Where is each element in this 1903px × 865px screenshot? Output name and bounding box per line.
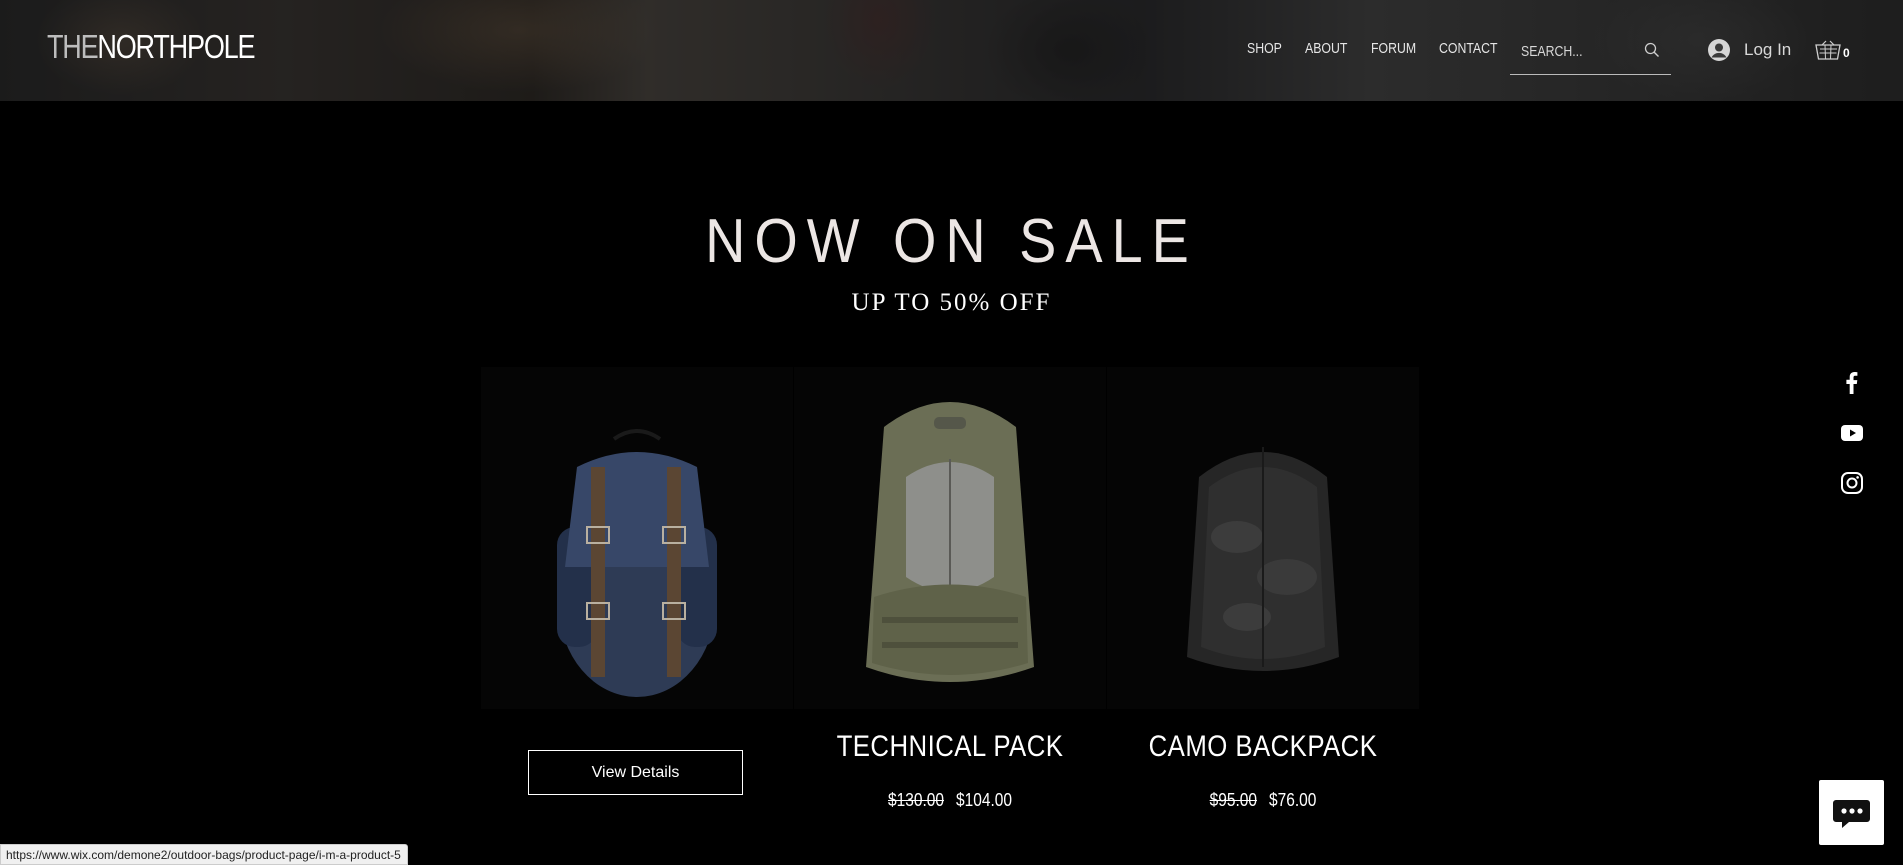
product-image-technical-pack[interactable] — [794, 367, 1106, 709]
sale-price: $76.00 — [1269, 790, 1317, 810]
instagram-icon[interactable] — [1840, 471, 1864, 500]
cart-icon[interactable] — [1815, 40, 1841, 67]
facebook-icon[interactable] — [1840, 371, 1864, 400]
browser-status-url: https://www.wix.com/demone2/outdoor-bags… — [0, 844, 408, 865]
nav-about[interactable]: ABOUT — [1305, 40, 1347, 57]
cart-count: 0 — [1843, 46, 1850, 60]
logo-northpole: NORTHPOLE — [97, 28, 255, 65]
nav-forum[interactable]: FORUM — [1371, 40, 1416, 57]
original-price: $130.00 — [888, 790, 944, 810]
chat-button[interactable] — [1819, 780, 1884, 845]
avatar-icon — [1708, 39, 1730, 61]
original-price: $95.00 — [1209, 790, 1257, 810]
product-price-row: $130.00 $104.00 — [816, 790, 1084, 811]
logo-the: THE — [47, 28, 99, 65]
product-price-row: $95.00 $76.00 — [1129, 790, 1397, 811]
site-logo[interactable]: THENORTHPOLE — [47, 28, 256, 66]
sale-title: NOW ON SALE — [705, 207, 1198, 276]
product-name[interactable]: CAMO BACKPACK — [1129, 730, 1397, 764]
youtube-icon[interactable] — [1840, 421, 1864, 450]
login-button[interactable]: Log In — [1707, 38, 1791, 62]
sale-price: $104.00 — [956, 790, 1012, 810]
product-name[interactable]: TECHNICAL PACK — [816, 730, 1084, 764]
chat-icon — [1833, 800, 1870, 828]
product-image-camo-backpack[interactable] — [1107, 367, 1419, 709]
search-input[interactable] — [1521, 40, 1620, 62]
nav-shop[interactable]: SHOP — [1247, 40, 1282, 57]
login-label: Log In — [1744, 40, 1792, 59]
product-image-navy-backpack[interactable] — [481, 367, 793, 709]
nav-contact[interactable]: CONTACT — [1439, 40, 1498, 57]
search-icon[interactable] — [1644, 42, 1660, 63]
view-details-button[interactable]: View Details — [528, 750, 743, 795]
sale-subtitle: UP TO 50% OFF — [851, 289, 1052, 316]
